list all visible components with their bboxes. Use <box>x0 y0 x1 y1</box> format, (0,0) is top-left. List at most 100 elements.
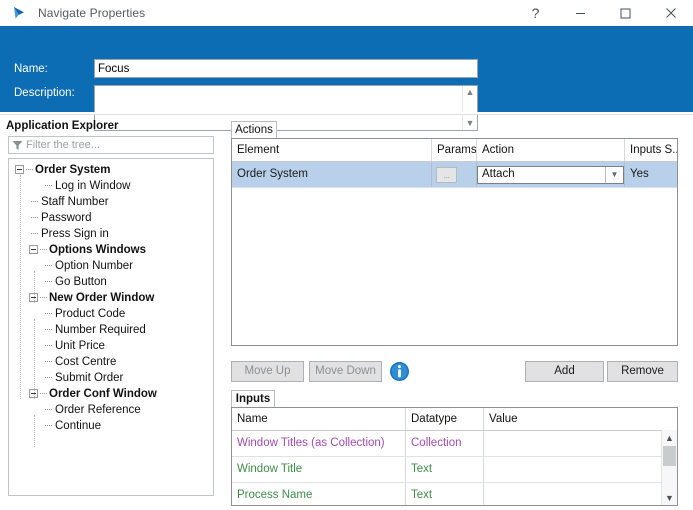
tree-connector <box>45 345 52 346</box>
maximize-icon[interactable] <box>603 0 648 26</box>
column-header-inputs-supplied[interactable]: Inputs S... <box>625 139 677 161</box>
table-row[interactable]: Window Titles (as Collection) Collection <box>232 431 677 457</box>
close-icon[interactable] <box>648 0 693 26</box>
scrollbar-thumb[interactable] <box>663 446 676 466</box>
cell-input-value <box>484 483 664 505</box>
tree-item-label: Order System <box>35 164 111 176</box>
description-scrollbar[interactable]: ▲ ▼ <box>462 86 477 130</box>
application-tree[interactable]: Order System Log in Window Staff Number Pas… <box>8 158 214 496</box>
window-controls: ? <box>513 0 693 26</box>
filter-icon <box>9 140 26 151</box>
tab-inputs[interactable]: Inputs <box>231 390 275 408</box>
tree-item-label: Option Number <box>55 260 133 272</box>
inputs-grid[interactable]: Name Datatype Value Window Titles (as Co… <box>231 407 678 506</box>
cell-inputs-supplied: Yes <box>630 168 649 180</box>
tree-connector <box>45 265 52 266</box>
tree-connector <box>45 185 52 186</box>
cell-input-value <box>484 431 664 456</box>
tree-item-label: New Order Window <box>49 292 155 304</box>
tree-item[interactable]: Continue <box>9 418 213 434</box>
scroll-down-icon[interactable]: ▼ <box>466 119 475 128</box>
tree-connector <box>31 201 38 202</box>
action-dropdown-value: Attach <box>482 168 515 180</box>
navigate-play-icon <box>8 0 30 26</box>
tree-item-label: Continue <box>55 420 102 432</box>
name-input[interactable] <box>94 59 478 78</box>
tree-item[interactable]: Log in Window <box>9 178 213 194</box>
tree-item[interactable]: Unit Price <box>9 338 213 354</box>
tree-item[interactable]: Option Number <box>9 258 213 274</box>
tree-connector <box>34 271 35 303</box>
tree-item-label: Submit Order <box>55 372 124 384</box>
tree-connector <box>31 217 38 218</box>
tree-connector <box>45 281 52 282</box>
tree-expander-icon[interactable] <box>15 165 24 174</box>
cell-input-datatype: Text <box>406 457 484 482</box>
tree-item[interactable]: Order Reference <box>9 402 213 418</box>
tree-connector <box>40 393 47 394</box>
tree-connector <box>45 329 52 330</box>
tree-item[interactable]: Cost Centre <box>9 354 213 370</box>
cell-element: Order System <box>232 162 432 187</box>
tree-connector <box>40 297 47 298</box>
params-button[interactable]: ... <box>436 166 457 183</box>
tree-item-label: Order Reference <box>55 404 141 416</box>
tree-connector <box>45 313 52 314</box>
column-header-datatype[interactable]: Datatype <box>406 408 484 430</box>
tree-connector <box>45 409 52 410</box>
tree-connector <box>26 169 33 170</box>
column-header-params[interactable]: Params <box>432 139 477 161</box>
table-row[interactable]: Order System ... Attach ▼ Yes <box>232 162 677 188</box>
header-divider <box>0 112 693 115</box>
tree-item[interactable]: New Order Window <box>9 290 213 306</box>
tree-item-label: Press Sign in <box>41 228 109 240</box>
tree-expander-icon[interactable] <box>29 245 38 254</box>
tree-item[interactable]: Options Windows <box>9 242 213 258</box>
tree-item[interactable]: Go Button <box>9 274 213 290</box>
actions-grid[interactable]: Element Params Action Inputs S... Order … <box>231 138 678 346</box>
tree-item-label: Order Conf Window <box>49 388 157 400</box>
table-row[interactable]: Window Title Text <box>232 457 677 483</box>
minimize-icon[interactable] <box>558 0 603 26</box>
column-header-value[interactable]: Value <box>484 408 664 430</box>
tree-connector <box>34 415 35 447</box>
tree-item[interactable]: Order System <box>9 162 213 178</box>
remove-button[interactable]: Remove <box>607 361 678 382</box>
tree-item[interactable]: Submit Order <box>9 370 213 386</box>
tree-connector <box>40 249 47 250</box>
column-header-action[interactable]: Action <box>477 139 625 161</box>
move-up-button[interactable]: Move Up <box>231 361 304 382</box>
scroll-up-icon[interactable]: ▲ <box>662 430 677 445</box>
cell-input-name: Process Name <box>232 483 406 505</box>
info-icon[interactable] <box>389 361 410 382</box>
column-header-element[interactable]: Element <box>232 139 432 161</box>
inputs-scrollbar[interactable]: ▲ ▼ <box>661 430 677 505</box>
help-button[interactable]: ? <box>513 0 558 26</box>
scroll-down-icon[interactable]: ▼ <box>662 490 677 505</box>
tree-item[interactable]: Number Required <box>9 322 213 338</box>
tree-connector <box>34 319 35 399</box>
cell-input-datatype: Text <box>406 483 484 505</box>
description-field[interactable]: ▲ ▼ <box>94 85 478 131</box>
description-textarea[interactable] <box>95 86 462 130</box>
tree-connector <box>45 425 52 426</box>
action-dropdown[interactable]: Attach ▼ <box>477 165 624 184</box>
filter-tree-input[interactable]: Filter the tree... <box>8 136 214 154</box>
tree-item[interactable]: Order Conf Window <box>9 386 213 402</box>
add-button[interactable]: Add <box>525 361 604 382</box>
tree-item-label: Cost Centre <box>55 356 117 368</box>
chevron-down-icon[interactable]: ▼ <box>605 166 623 183</box>
tree-item[interactable]: Password <box>9 210 213 226</box>
tree-item[interactable]: Staff Number <box>9 194 213 210</box>
move-down-button[interactable]: Move Down <box>309 361 382 382</box>
column-header-name[interactable]: Name <box>232 408 406 430</box>
tree-item[interactable]: Product Code <box>9 306 213 322</box>
application-explorer-title: Application Explorer <box>6 120 119 132</box>
tree-item[interactable]: Press Sign in <box>9 226 213 242</box>
name-label: Name: <box>14 63 48 75</box>
scroll-up-icon[interactable]: ▲ <box>466 88 475 97</box>
table-row[interactable]: Process Name Text <box>232 483 677 505</box>
tree-item-label: Staff Number <box>41 196 109 208</box>
tree-item-label: Go Button <box>55 276 107 288</box>
tab-actions[interactable]: Actions <box>231 121 277 139</box>
